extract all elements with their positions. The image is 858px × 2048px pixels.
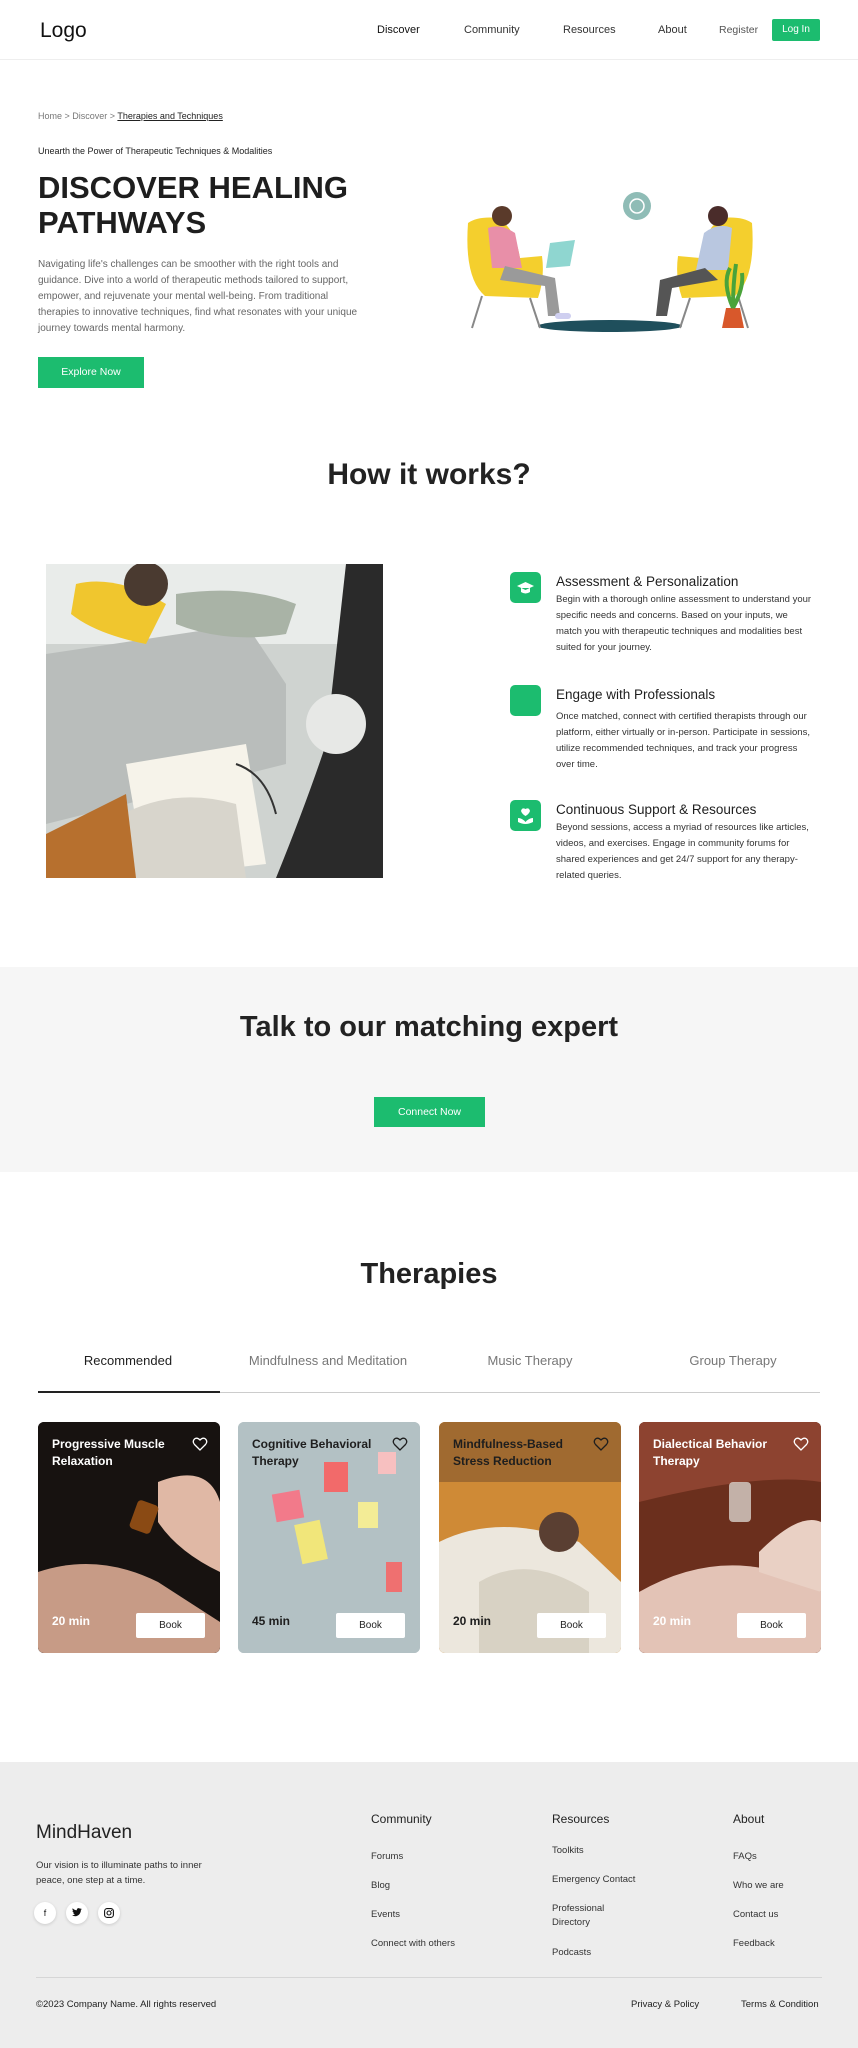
active-tab-indicator [38,1391,220,1393]
hero-eyebrow: Unearth the Power of Therapeutic Techniq… [38,146,273,156]
therapy-session-illustration [467,192,753,332]
breadcrumb-home[interactable]: Home [38,111,62,121]
footer-link[interactable]: Podcasts [552,1946,591,1960]
footer-link[interactable]: Forums [371,1850,403,1864]
therapy-session-photo [46,564,383,878]
professional-icon [510,685,541,716]
therapy-card[interactable]: Dialectical Behavior Therapy 20 min Book [639,1422,821,1653]
breadcrumb-separator: > [62,111,73,121]
therapy-card[interactable]: Cognitive Behavioral Therapy 45 min Book [238,1422,420,1653]
connect-now-button[interactable]: Connect Now [374,1097,485,1127]
login-button[interactable]: Log In [772,19,820,41]
nav-about[interactable]: About [658,24,687,36]
tab-music-therapy[interactable]: Music Therapy [430,1353,630,1368]
breadcrumb-discover[interactable]: Discover [72,111,107,121]
card-duration: 20 min [653,1614,692,1628]
facebook-icon[interactable]: f [34,1902,56,1924]
footer-link[interactable]: Events [371,1908,400,1922]
breadcrumb: Home > Discover > Therapies and Techniqu… [38,111,223,121]
footer-brand[interactable]: MindHaven [36,1822,132,1844]
footer-heading-resources: Resources [552,1812,610,1826]
step-description: Begin with a thorough online assessment … [556,594,812,653]
graduation-cap-icon [510,572,541,603]
footer-link[interactable]: Feedback [733,1937,775,1951]
footer-link[interactable]: Toolkits [552,1844,584,1858]
card-title: Progressive Muscle Relaxation [52,1437,165,1468]
terms-link[interactable]: Terms & Condition [741,1999,819,2010]
breadcrumb-separator: > [107,111,118,121]
logo[interactable]: Logo [40,19,87,43]
footer-vision: Our vision is to illuminate paths to inn… [36,1860,202,1886]
footer-heading-community: Community [371,1812,432,1826]
therapy-card[interactable]: Progressive Muscle Relaxation 20 min Boo… [38,1422,220,1653]
instagram-icon[interactable] [98,1902,120,1924]
book-button[interactable]: Book [537,1613,606,1638]
step-description: Once matched, connect with certified the… [556,711,810,770]
therapies-title: Therapies [360,1258,498,1290]
footer-link[interactable]: Emergency Contact [552,1873,635,1887]
heart-icon[interactable] [392,1436,408,1452]
footer-link[interactable]: Professional Directory [552,1902,622,1930]
hero-description: Navigating life's challenges can be smoo… [38,259,358,334]
footer-link[interactable]: Who we are [733,1879,784,1893]
explore-now-button[interactable]: Explore Now [38,357,144,388]
card-duration: 20 min [453,1614,492,1628]
card-title: Cognitive Behavioral Therapy [252,1437,372,1468]
heart-icon[interactable] [593,1436,609,1452]
therapy-card[interactable]: Mindfulness-Based Stress Reduction 20 mi… [439,1422,621,1653]
site-header: Logo Discover Community Resources About … [0,0,858,60]
step-title: Assessment & Personalization [556,574,739,589]
hero-title: DISCOVER HEALING PATHWAYS [38,170,349,240]
footer-link[interactable]: Contact us [733,1908,778,1922]
book-button[interactable]: Book [737,1613,806,1638]
support-hands-icon [510,800,541,831]
step-title: Continuous Support & Resources [556,802,757,817]
copyright: ©2023 Company Name. All rights reserved [36,1999,217,2010]
breadcrumb-current[interactable]: Therapies and Techniques [117,111,222,121]
card-duration: 45 min [252,1614,291,1628]
footer-divider [36,1977,822,1978]
card-title: Dialectical Behavior Therapy [653,1437,768,1468]
heart-icon[interactable] [192,1436,208,1452]
footer-link[interactable]: Blog [371,1879,390,1893]
cta-title: Talk to our matching expert [239,1011,619,1043]
card-title: Mindfulness-Based Stress Reduction [453,1437,564,1468]
tab-group-therapy[interactable]: Group Therapy [633,1353,833,1368]
tab-mindfulness-meditation[interactable]: Mindfulness and Meditation [228,1353,428,1368]
site-footer: MindHaven Our vision is to illuminate pa… [0,1762,858,2048]
card-duration: 20 min [52,1614,91,1628]
how-it-works-title: How it works? [327,458,531,491]
book-button[interactable]: Book [136,1613,205,1638]
nav-community[interactable]: Community [464,24,520,36]
nav-discover[interactable]: Discover [377,24,420,36]
twitter-icon[interactable] [66,1902,88,1924]
footer-heading-about: About [733,1812,765,1826]
register-link[interactable]: Register [719,24,758,36]
privacy-policy-link[interactable]: Privacy & Policy [631,1999,699,2010]
nav-resources[interactable]: Resources [563,24,616,36]
footer-link[interactable]: Connect with others [371,1937,455,1951]
book-button[interactable]: Book [336,1613,405,1638]
matching-expert-section: Talk to our matching expert Connect Now [0,967,858,1172]
step-title: Engage with Professionals [556,687,716,702]
tab-recommended[interactable]: Recommended [28,1353,228,1368]
heart-icon[interactable] [793,1436,809,1452]
footer-link[interactable]: FAQs [733,1850,757,1864]
step-description: Beyond sessions, access a myriad of reso… [556,822,809,881]
